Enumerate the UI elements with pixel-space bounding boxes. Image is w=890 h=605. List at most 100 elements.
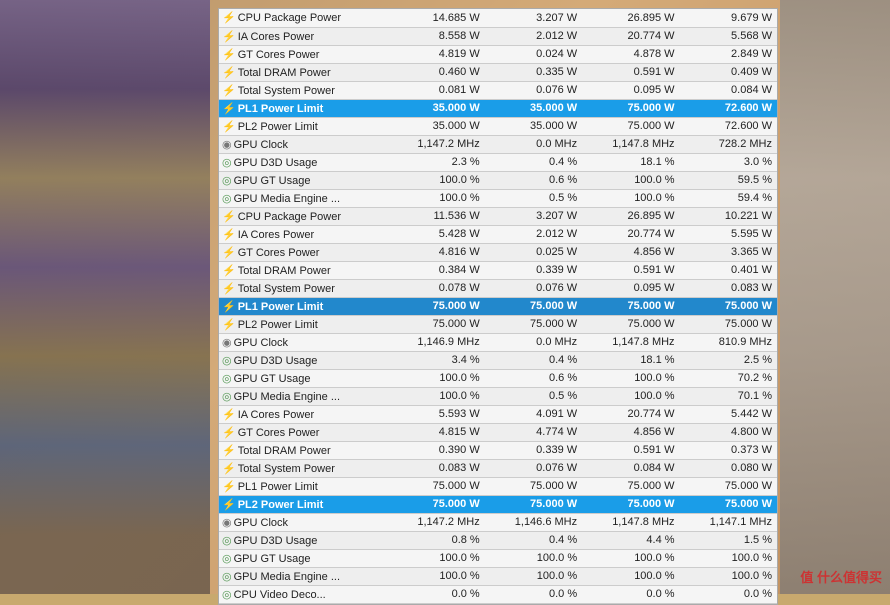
metric-val2: 100.0 % — [485, 549, 582, 567]
metric-val3: 18.1 % — [582, 351, 679, 369]
metric-name: ⚡IA Cores Power — [219, 405, 387, 423]
table-row: ◎GPU Media Engine ... 100.0 % 0.5 % 100.… — [219, 387, 777, 405]
table-row: ⚡PL1 Power Limit 35.000 W 35.000 W 75.00… — [219, 99, 777, 117]
table-row: ⚡GT Cores Power 4.815 W 4.774 W 4.856 W … — [219, 423, 777, 441]
metric-val1: 75.000 W — [387, 297, 484, 315]
metric-val4: 100.0 % — [680, 549, 777, 567]
table-row: ◉GPU Clock 1,147.2 MHz 1,146.6 MHz 1,147… — [219, 513, 777, 531]
metric-val3: 1,147.8 MHz — [582, 513, 679, 531]
metric-val3: 1,147.8 MHz — [582, 333, 679, 351]
metric-val2: 0.0 % — [485, 585, 582, 603]
metric-name: ◉GPU Clock — [219, 333, 387, 351]
metric-val2: 4.774 W — [485, 423, 582, 441]
metric-val1: 100.0 % — [387, 387, 484, 405]
metric-val2: 0.6 % — [485, 369, 582, 387]
metric-val1: 75.000 W — [387, 495, 484, 513]
metric-name: ⚡CPU Package Power — [219, 9, 387, 27]
metric-val4: 75.000 W — [680, 495, 777, 513]
metric-val2: 35.000 W — [485, 99, 582, 117]
metric-name: ⚡CPU Package Power — [219, 207, 387, 225]
table-row: ◎CPU Video Deco... 0.0 % 0.0 % 0.0 % 0.0… — [219, 585, 777, 603]
metric-val1: 14.685 W — [387, 9, 484, 27]
metric-val1: 1,147.2 MHz — [387, 135, 484, 153]
metric-name: ◎GPU D3D Usage — [219, 531, 387, 549]
table-row: ⚡Total DRAM Power 0.460 W 0.335 W 0.591 … — [219, 63, 777, 81]
watermark: 值 什么值得买 — [800, 567, 882, 586]
metric-val1: 0.390 W — [387, 441, 484, 459]
metric-val4: 2.5 % — [680, 351, 777, 369]
metric-val2: 0.339 W — [485, 261, 582, 279]
metric-name: ◎CPU Video Deco... — [219, 585, 387, 603]
table-row: ◎GPU D3D Usage 0.8 % 0.4 % 4.4 % 1.5 % — [219, 531, 777, 549]
metric-val2: 100.0 % — [485, 567, 582, 585]
metric-name: ◉GPU Clock — [219, 513, 387, 531]
metric-name: ◎GPU Media Engine ... — [219, 189, 387, 207]
metric-val4: 0.0 % — [680, 585, 777, 603]
metric-val4: 0.401 W — [680, 261, 777, 279]
metric-val3: 4.878 W — [582, 45, 679, 63]
metric-val3: 100.0 % — [582, 387, 679, 405]
metric-val1: 3.4 % — [387, 351, 484, 369]
metric-val3: 100.0 % — [582, 549, 679, 567]
metric-val1: 0.083 W — [387, 459, 484, 477]
metric-val4: 70.1 % — [680, 387, 777, 405]
metric-name: ◎GPU Media Engine ... — [219, 567, 387, 585]
metric-val3: 1,147.8 MHz — [582, 135, 679, 153]
metric-val2: 2.012 W — [485, 27, 582, 45]
metric-val4: 75.000 W — [680, 315, 777, 333]
metric-val1: 0.081 W — [387, 81, 484, 99]
metric-val3: 4.856 W — [582, 243, 679, 261]
table-row: ⚡Total System Power 0.083 W 0.076 W 0.08… — [219, 459, 777, 477]
table-row: ⚡PL1 Power Limit 75.000 W 75.000 W 75.00… — [219, 477, 777, 495]
metric-val2: 0.025 W — [485, 243, 582, 261]
table-row: ⚡Total DRAM Power 0.384 W 0.339 W 0.591 … — [219, 261, 777, 279]
metric-val4: 3.365 W — [680, 243, 777, 261]
metric-val1: 0.8 % — [387, 531, 484, 549]
table-row: ⚡GT Cores Power 4.819 W 0.024 W 4.878 W … — [219, 45, 777, 63]
metric-val3: 75.000 W — [582, 99, 679, 117]
metric-val2: 4.091 W — [485, 405, 582, 423]
metric-name: ◎GPU D3D Usage — [219, 153, 387, 171]
table-row: ◉GPU Clock 1,146.9 MHz 0.0 MHz 1,147.8 M… — [219, 333, 777, 351]
metric-val2: 0.6 % — [485, 171, 582, 189]
table-row: ⚡IA Cores Power 8.558 W 2.012 W 20.774 W… — [219, 27, 777, 45]
metric-val2: 0.5 % — [485, 189, 582, 207]
metric-val3: 20.774 W — [582, 405, 679, 423]
metric-val3: 0.095 W — [582, 279, 679, 297]
metric-val4: 4.800 W — [680, 423, 777, 441]
metric-val1: 11.536 W — [387, 207, 484, 225]
metric-val2: 0.4 % — [485, 351, 582, 369]
metric-val1: 4.815 W — [387, 423, 484, 441]
metric-val3: 20.774 W — [582, 27, 679, 45]
table-row: ⚡CPU Package Power 14.685 W 3.207 W 26.8… — [219, 9, 777, 27]
table-row: ◎GPU Media Engine ... 100.0 % 0.5 % 100.… — [219, 189, 777, 207]
metric-val3: 75.000 W — [582, 315, 679, 333]
metric-val2: 1,146.6 MHz — [485, 513, 582, 531]
metric-val1: 75.000 W — [387, 477, 484, 495]
metric-name: ⚡PL2 Power Limit — [219, 315, 387, 333]
metric-name: ◉GPU Clock — [219, 135, 387, 153]
table-row: ⚡PL2 Power Limit 75.000 W 75.000 W 75.00… — [219, 495, 777, 513]
metric-val1: 35.000 W — [387, 99, 484, 117]
metric-val3: 26.895 W — [582, 9, 679, 27]
metric-val3: 75.000 W — [582, 477, 679, 495]
metric-val4: 728.2 MHz — [680, 135, 777, 153]
laptop-decoration — [780, 0, 890, 594]
metric-name: ⚡PL1 Power Limit — [219, 99, 387, 117]
metric-val2: 0.076 W — [485, 279, 582, 297]
metric-val2: 2.012 W — [485, 225, 582, 243]
metric-val2: 75.000 W — [485, 495, 582, 513]
metric-val4: 810.9 MHz — [680, 333, 777, 351]
metric-name: ⚡Total DRAM Power — [219, 63, 387, 81]
metric-name: ⚡Total System Power — [219, 81, 387, 99]
metric-val3: 100.0 % — [582, 567, 679, 585]
metric-val4: 10.221 W — [680, 207, 777, 225]
metric-val3: 18.1 % — [582, 153, 679, 171]
metric-val2: 0.0 MHz — [485, 135, 582, 153]
metric-val3: 0.084 W — [582, 459, 679, 477]
metric-val4: 0.083 W — [680, 279, 777, 297]
table-row: ⚡GT Cores Power 4.816 W 0.025 W 4.856 W … — [219, 243, 777, 261]
metric-val1: 2.3 % — [387, 153, 484, 171]
metric-name: ⚡IA Cores Power — [219, 27, 387, 45]
metric-val1: 1,147.2 MHz — [387, 513, 484, 531]
